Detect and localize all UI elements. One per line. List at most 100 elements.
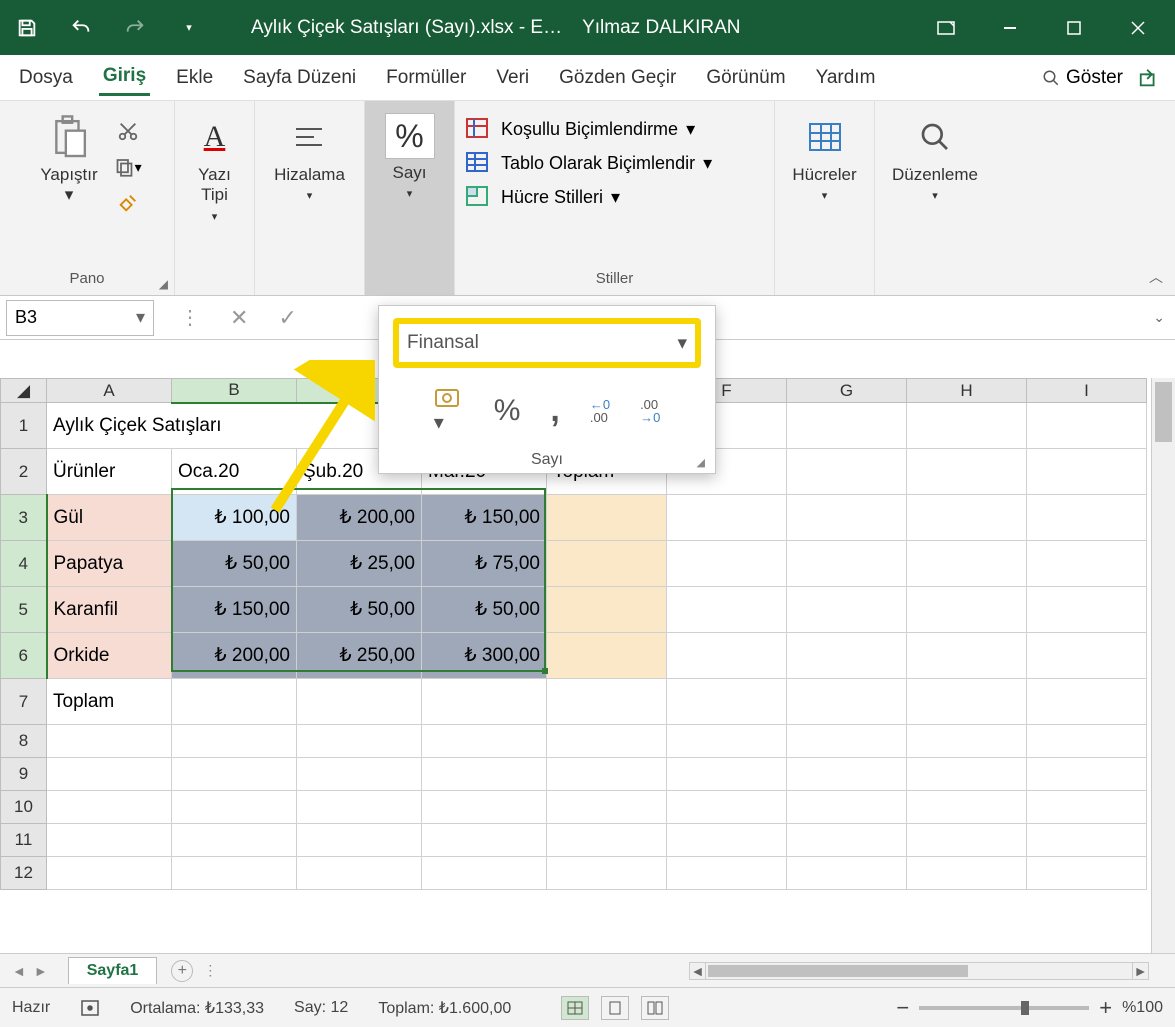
col-header[interactable]: I: [1027, 379, 1147, 403]
cell[interactable]: [907, 857, 1027, 890]
cell[interactable]: [667, 541, 787, 587]
cell[interactable]: [547, 587, 667, 633]
maximize-icon[interactable]: [1062, 16, 1086, 40]
cell[interactable]: [297, 824, 422, 857]
increase-decimal-icon[interactable]: ←0.00: [590, 398, 610, 424]
view-page-layout-icon[interactable]: [601, 996, 629, 1020]
row-header[interactable]: 1: [1, 403, 47, 449]
cell[interactable]: [547, 725, 667, 758]
tell-me-search[interactable]: Göster: [1042, 67, 1123, 89]
cell[interactable]: [422, 791, 547, 824]
cell[interactable]: [547, 824, 667, 857]
format-as-table-button[interactable]: Tablo Olarak Biçimlendir ▾: [465, 151, 712, 175]
cell[interactable]: [787, 403, 907, 449]
hscroll-left-icon[interactable]: ◄: [690, 963, 706, 979]
cell[interactable]: [787, 857, 907, 890]
clipboard-dialog-launcher-icon[interactable]: ◢: [159, 277, 168, 291]
cell[interactable]: [297, 679, 422, 725]
cell[interactable]: [907, 758, 1027, 791]
editing-button[interactable]: Düzenleme ▾: [884, 109, 986, 206]
hscroll-right-icon[interactable]: ►: [1132, 963, 1148, 979]
format-painter-icon[interactable]: [114, 191, 142, 215]
cell[interactable]: [907, 824, 1027, 857]
cell[interactable]: ₺ 200,00: [172, 633, 297, 679]
cell[interactable]: [787, 824, 907, 857]
cell[interactable]: [667, 725, 787, 758]
close-icon[interactable]: [1126, 16, 1150, 40]
cell[interactable]: [907, 403, 1027, 449]
cell[interactable]: [1027, 725, 1147, 758]
row-header[interactable]: 5: [1, 587, 47, 633]
cell[interactable]: Toplam: [47, 679, 172, 725]
cell[interactable]: [907, 679, 1027, 725]
tab-file[interactable]: Dosya: [15, 61, 77, 95]
redo-icon[interactable]: [123, 16, 147, 40]
tab-view[interactable]: Görünüm: [702, 61, 789, 95]
row-header[interactable]: 6: [1, 633, 47, 679]
cell[interactable]: [47, 824, 172, 857]
cell[interactable]: [787, 633, 907, 679]
row-header[interactable]: 11: [1, 824, 47, 857]
cell[interactable]: [907, 791, 1027, 824]
tab-insert[interactable]: Ekle: [172, 61, 217, 95]
cell[interactable]: ₺ 150,00: [172, 587, 297, 633]
number-format-dropdown-icon[interactable]: ▾: [677, 332, 687, 355]
cell[interactable]: [47, 725, 172, 758]
number-dialog-launcher-icon[interactable]: ◢: [697, 456, 705, 469]
cell[interactable]: [1027, 791, 1147, 824]
cell[interactable]: [787, 791, 907, 824]
copy-icon[interactable]: ▾: [114, 155, 142, 179]
cell[interactable]: ₺ 150,00: [422, 495, 547, 541]
share-icon[interactable]: [1138, 67, 1160, 89]
row-header[interactable]: 9: [1, 758, 47, 791]
row-header[interactable]: 2: [1, 449, 47, 495]
cell[interactable]: [667, 679, 787, 725]
cell[interactable]: [422, 758, 547, 791]
cell[interactable]: [787, 758, 907, 791]
cell[interactable]: [667, 495, 787, 541]
cell[interactable]: [1027, 541, 1147, 587]
cell[interactable]: [547, 791, 667, 824]
sheet-tab[interactable]: Sayfa1: [68, 957, 158, 984]
row-header[interactable]: 12: [1, 857, 47, 890]
tab-review[interactable]: Gözden Geçir: [555, 61, 680, 95]
tab-help[interactable]: Yardım: [812, 61, 880, 95]
alignment-button[interactable]: Hizalama ▾: [266, 109, 353, 206]
cell[interactable]: [787, 541, 907, 587]
cell[interactable]: [907, 725, 1027, 758]
cells-button[interactable]: Hücreler ▾: [784, 109, 864, 206]
paste-button[interactable]: Yapıştır▾: [32, 109, 105, 210]
number-button[interactable]: % Sayı ▾: [377, 109, 443, 204]
name-box-dropdown-icon[interactable]: ▾: [136, 307, 145, 328]
cell[interactable]: ₺ 25,00: [297, 541, 422, 587]
decrease-decimal-icon[interactable]: .00→0: [640, 398, 660, 424]
horizontal-scrollbar[interactable]: ◄ ►: [689, 962, 1149, 980]
cell[interactable]: [297, 857, 422, 890]
cell[interactable]: Gül: [47, 495, 172, 541]
cell[interactable]: [787, 679, 907, 725]
cell[interactable]: [172, 679, 297, 725]
macro-record-icon[interactable]: [80, 999, 100, 1017]
cell[interactable]: Oca.20: [172, 449, 297, 495]
cell[interactable]: [172, 791, 297, 824]
cell[interactable]: [787, 495, 907, 541]
collapse-ribbon-icon[interactable]: ︿: [1149, 267, 1163, 287]
cell[interactable]: [1027, 449, 1147, 495]
cell[interactable]: [787, 587, 907, 633]
cell[interactable]: [1027, 495, 1147, 541]
sheet-nav-first-icon[interactable]: ◄: [12, 963, 26, 979]
qat-dropdown-icon[interactable]: ▾: [177, 16, 201, 40]
conditional-formatting-button[interactable]: Koşullu Biçimlendirme ▾: [465, 117, 712, 141]
cell[interactable]: [547, 633, 667, 679]
cell[interactable]: [172, 824, 297, 857]
cell[interactable]: [297, 758, 422, 791]
cell[interactable]: [422, 725, 547, 758]
cell[interactable]: Ürünler: [47, 449, 172, 495]
col-header[interactable]: H: [907, 379, 1027, 403]
name-box[interactable]: B3 ▾: [6, 300, 154, 336]
percent-style-icon[interactable]: %: [494, 394, 521, 428]
tab-formulas[interactable]: Formüller: [382, 61, 470, 95]
view-page-break-icon[interactable]: [641, 996, 669, 1020]
save-icon[interactable]: [15, 16, 39, 40]
cell[interactable]: [787, 725, 907, 758]
